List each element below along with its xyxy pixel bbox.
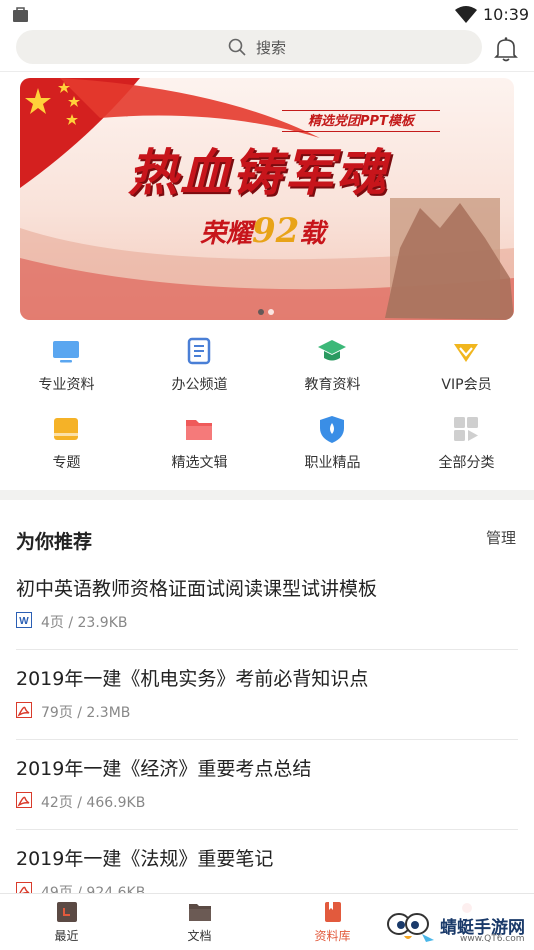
graduation-cap-icon bbox=[318, 340, 346, 361]
category-grid: 专业资料 办公频道 教育资料 VIP会员 专题 精选文辑 职业精品 全部分类 bbox=[0, 330, 534, 482]
banner-dot bbox=[268, 309, 274, 315]
doc-meta: 4页 / 23.9KB bbox=[41, 615, 128, 631]
list-item[interactable]: 初中英语教师资格证面试阅读课型试讲模板 W 4页 / 23.9KB bbox=[16, 560, 518, 650]
watermark: 蜻蜓手游网 www.QT6.com bbox=[386, 900, 534, 949]
tab-documents[interactable]: 文档 bbox=[133, 894, 266, 950]
category-label: 精选文辑 bbox=[171, 455, 228, 471]
banner-line2-number: 92 bbox=[252, 211, 300, 251]
header-divider bbox=[0, 71, 534, 72]
category-all[interactable]: 全部分类 bbox=[400, 408, 533, 478]
tab-label: 资料库 bbox=[314, 929, 351, 943]
section-separator bbox=[0, 490, 534, 500]
banner-headline: 热血铸军魂 bbox=[128, 143, 388, 202]
category-career[interactable]: 职业精品 bbox=[266, 408, 399, 478]
library-icon bbox=[325, 902, 341, 922]
banner-page-indicator bbox=[258, 300, 278, 319]
manage-button[interactable]: 管理 bbox=[486, 527, 516, 548]
document-icon bbox=[187, 337, 211, 365]
banner-line2-prefix: 荣耀 bbox=[200, 219, 253, 249]
category-professional[interactable]: 专业资料 bbox=[0, 330, 133, 400]
shield-icon bbox=[320, 416, 344, 443]
status-bar: 10:39 bbox=[0, 0, 534, 30]
banner-subtitle: 精选党团PPT模板 bbox=[282, 110, 440, 132]
category-label: 全部分类 bbox=[438, 455, 495, 471]
search-placeholder: 搜索 bbox=[256, 39, 287, 57]
doc-meta: 42页 / 466.9KB bbox=[41, 795, 146, 811]
pdf-file-icon bbox=[16, 792, 32, 808]
tab-label: 最近 bbox=[54, 929, 79, 943]
search-input[interactable]: 搜索 bbox=[16, 30, 482, 64]
dragonfly-logo-icon bbox=[387, 913, 434, 942]
svg-text:W: W bbox=[19, 616, 29, 627]
doc-title: 2019年一建《机电实务》考前必背知识点 bbox=[16, 668, 369, 690]
status-time: 10:39 bbox=[483, 5, 530, 24]
doc-title: 2019年一建《经济》重要考点总结 bbox=[16, 758, 312, 780]
doc-title: 2019年一建《法规》重要笔记 bbox=[16, 848, 274, 870]
pdf-file-icon bbox=[16, 702, 32, 718]
doc-title: 初中英语教师资格证面试阅读课型试讲模板 bbox=[16, 578, 378, 600]
recommend-title: 为你推荐 bbox=[16, 531, 93, 553]
recent-icon bbox=[57, 902, 77, 922]
category-collections[interactable]: 精选文辑 bbox=[133, 408, 266, 478]
promo-banner[interactable]: 精选党团PPT模板 热血铸军魂 荣耀92载 bbox=[20, 78, 514, 320]
search-icon bbox=[228, 38, 246, 56]
category-topic[interactable]: 专题 bbox=[0, 408, 133, 478]
category-label: 专题 bbox=[52, 455, 81, 471]
category-label: 办公频道 bbox=[171, 377, 228, 393]
folder-icon bbox=[189, 904, 211, 921]
shopping-bag-icon bbox=[13, 7, 28, 22]
list-item[interactable]: 2019年一建《经济》重要考点总结 42页 / 466.9KB bbox=[16, 740, 518, 830]
monitor-icon bbox=[53, 341, 79, 363]
bell-icon[interactable] bbox=[494, 36, 518, 62]
tab-label: 文档 bbox=[187, 929, 212, 943]
topic-icon bbox=[54, 418, 78, 440]
list-item[interactable]: 2019年一建《机电实务》考前必背知识点 79页 / 2.3MB bbox=[16, 650, 518, 740]
banner-dot bbox=[258, 309, 264, 315]
all-categories-icon bbox=[454, 417, 478, 441]
banner-line2-suffix: 载 bbox=[299, 219, 326, 249]
category-vip[interactable]: VIP会员 bbox=[400, 330, 533, 400]
category-label: 教育资料 bbox=[304, 377, 361, 393]
word-file-icon: W bbox=[16, 612, 32, 628]
tab-library[interactable]: 资料库 bbox=[266, 894, 399, 950]
vip-badge-icon bbox=[454, 344, 478, 362]
category-label: 职业精品 bbox=[304, 455, 361, 471]
banner-line2: 荣耀92载 bbox=[200, 211, 325, 251]
category-label: VIP会员 bbox=[441, 377, 492, 393]
category-office[interactable]: 办公频道 bbox=[133, 330, 266, 400]
watermark-url: www.QT6.com bbox=[460, 934, 525, 944]
wifi-icon bbox=[455, 6, 477, 23]
category-education[interactable]: 教育资料 bbox=[266, 330, 399, 400]
category-label: 专业资料 bbox=[38, 377, 95, 393]
folder-icon bbox=[186, 420, 212, 440]
doc-meta: 79页 / 2.3MB bbox=[41, 705, 131, 721]
tab-recent[interactable]: 最近 bbox=[0, 894, 133, 950]
